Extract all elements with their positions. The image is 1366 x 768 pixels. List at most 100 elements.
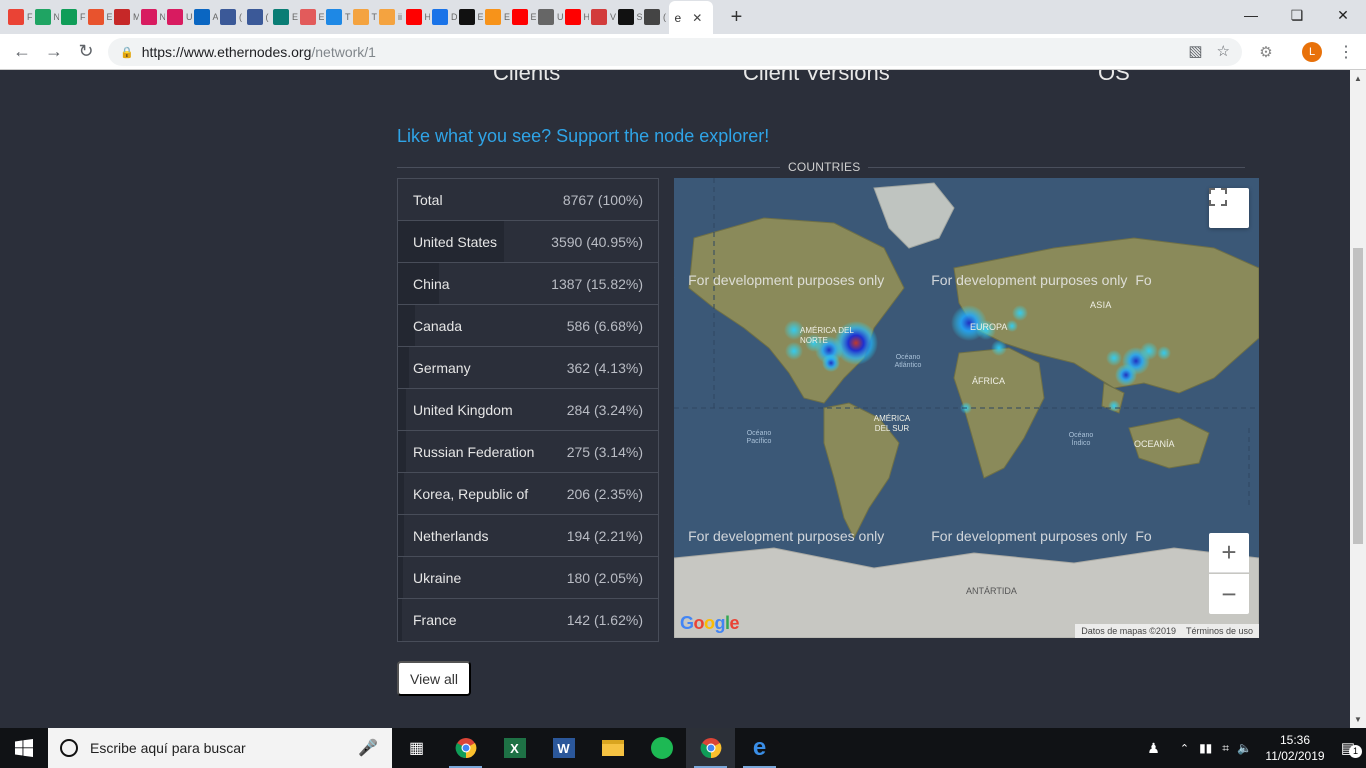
word-taskbar-icon[interactable]: W <box>539 728 588 768</box>
country-row[interactable]: Total 8767 (100%) <box>398 179 658 221</box>
browser-tab[interactable]: ( <box>218 0 245 34</box>
label-oceania: OCEANÍA <box>1134 439 1175 449</box>
browser-tab[interactable]: E <box>510 0 536 34</box>
bookmark-star-icon[interactable]: ☆ <box>1217 42 1230 60</box>
zoom-out-button[interactable]: − <box>1209 574 1249 614</box>
volume-icon[interactable]: 🔈 <box>1237 741 1252 755</box>
minimize-button[interactable]: — <box>1228 0 1274 30</box>
chrome-taskbar-icon[interactable] <box>441 728 490 768</box>
browser-tab[interactable]: ( <box>245 0 272 34</box>
browser-tab[interactable]: S <box>616 0 642 34</box>
extension-icon[interactable]: ⚙ <box>1254 40 1278 64</box>
microphone-icon[interactable]: 🎤 <box>358 738 378 758</box>
world-map[interactable]: lyFor development purposes onlyFor devel… <box>674 178 1259 638</box>
country-row[interactable]: United States 3590 (40.95%) <box>398 221 658 263</box>
view-all-button[interactable]: View all <box>397 661 471 696</box>
chevron-up-icon[interactable]: ⌃ <box>1180 742 1189 755</box>
forward-icon[interactable]: → <box>38 36 70 68</box>
menu-icon[interactable]: ⋮ <box>1334 40 1358 64</box>
country-name: Ukraine <box>413 569 462 586</box>
spotify-taskbar-icon[interactable] <box>637 728 686 768</box>
country-row[interactable]: Canada 586 (6.68%) <box>398 305 658 347</box>
scroll-up-icon[interactable]: ▲ <box>1354 74 1362 83</box>
page-scrollbar[interactable]: ▲ ▼ <box>1350 70 1366 728</box>
browser-tab[interactable]: E <box>86 0 112 34</box>
close-tab-icon[interactable]: ✕ <box>692 11 702 25</box>
browser-tab[interactable]: H <box>563 0 589 34</box>
browser-tab[interactable]: H <box>404 0 430 34</box>
audio-icon <box>538 9 554 25</box>
maximize-button[interactable]: ❏ <box>1274 0 1320 30</box>
browser-tab[interactable]: E <box>298 0 324 34</box>
explorer-taskbar-icon[interactable] <box>588 728 637 768</box>
country-count: 194 (2.21%) <box>566 527 643 544</box>
country-row[interactable]: Netherlands 194 (2.21%) <box>398 515 658 557</box>
reload-icon[interactable]: ↻ <box>70 36 102 68</box>
browser-tab[interactable]: E <box>271 0 298 34</box>
back-icon[interactable]: ← <box>6 36 38 68</box>
download-icon <box>432 9 448 25</box>
browser-tab[interactable]: A <box>192 0 218 34</box>
country-name: France <box>413 612 457 628</box>
browser-tab[interactable]: N <box>33 0 59 34</box>
task-view-icon[interactable]: ▦ <box>392 728 441 768</box>
browser-tab[interactable]: V <box>589 0 616 34</box>
country-row[interactable]: United Kingdom 284 (3.24%) <box>398 389 658 431</box>
word-icon: W <box>552 738 575 758</box>
country-row[interactable]: China 1387 (15.82%) <box>398 263 658 305</box>
grid-icon <box>379 9 395 25</box>
fullscreen-button[interactable] <box>1209 188 1249 228</box>
countries-table: Total 8767 (100%) United States 3590 (40.95… <box>397 178 659 642</box>
country-row[interactable]: France 142 (1.62%) <box>398 599 658 641</box>
wifi-icon[interactable]: ⌗ <box>1222 741 1229 756</box>
support-link[interactable]: Like what you see? Support the node expl… <box>397 126 769 147</box>
people-icon[interactable]: ♟ <box>1147 740 1160 757</box>
clock[interactable]: 15:36 11/02/2019 <box>1260 732 1330 764</box>
bank-icon <box>617 9 634 25</box>
country-row[interactable]: Germany 362 (4.13%) <box>398 347 658 389</box>
country-row[interactable]: Korea, Republic of 206 (2.35%) <box>398 473 658 515</box>
close-window-button[interactable]: ✕ <box>1320 0 1366 30</box>
scrollbar-thumb[interactable] <box>1353 248 1363 544</box>
browser-tab[interactable]: U <box>165 0 192 34</box>
translate-icon[interactable]: ▧ <box>1188 42 1202 60</box>
browser-tab[interactable]: F <box>6 0 33 34</box>
windows-icon <box>15 739 33 757</box>
browser-tab[interactable]: T <box>351 0 377 34</box>
label-atlantic: Océano Atlántico <box>894 354 922 369</box>
chrome-active-taskbar-icon[interactable] <box>686 728 735 768</box>
browser-tab[interactable]: N <box>139 0 165 34</box>
battery-icon[interactable]: ▮▮ <box>1199 741 1212 755</box>
country-row[interactable]: Ukraine 180 (2.05%) <box>398 557 658 599</box>
youtube-icon <box>564 9 581 25</box>
browser-tab[interactable]: U <box>536 0 563 34</box>
browser-tab[interactable]: E <box>457 0 483 34</box>
country-row[interactable]: Russian Federation 275 (3.14%) <box>398 431 658 473</box>
browser-tab[interactable]: F <box>59 0 86 34</box>
start-button[interactable] <box>0 728 48 768</box>
browser-tab[interactable]: E <box>483 0 510 34</box>
country-count: 284 (3.24%) <box>566 401 643 418</box>
edge-taskbar-icon[interactable]: e <box>735 728 784 768</box>
browser-tab-active[interactable]: e ✕ <box>668 1 713 35</box>
browser-tab[interactable]: T <box>324 0 351 34</box>
address-bar[interactable]: 🔒 https://www.ethernodes.org/network/1 ▧… <box>108 38 1242 66</box>
browser-toolbar: ← → ↻ 🔒 https://www.ethernodes.org/netwo… <box>0 34 1366 70</box>
profile-avatar[interactable]: L <box>1300 40 1324 64</box>
new-tab-button[interactable]: + <box>723 3 751 31</box>
notifications-button[interactable]: ▤ 1 <box>1330 739 1366 758</box>
zoom-in-button[interactable]: + <box>1209 533 1249 573</box>
watermark-bottom-row: lyFor development purposes onlyFor devel… <box>674 528 1152 544</box>
scroll-down-icon[interactable]: ▼ <box>1354 715 1362 724</box>
taskbar-search[interactable]: Escribe aquí para buscar 🎤 <box>48 728 392 768</box>
browser-tab[interactable]: ( <box>642 0 669 34</box>
sheets-icon <box>61 9 77 25</box>
excel-taskbar-icon[interactable]: X <box>490 728 539 768</box>
browser-tab[interactable]: M <box>112 0 139 34</box>
browser-tab[interactable]: D <box>430 0 457 34</box>
lock-icon: 🔒 <box>120 46 134 59</box>
system-tray: ♟ ⌃ ▮▮ ⌗ 🔈 15:36 11/02/2019 ▤ 1 <box>1147 728 1366 768</box>
terms-link[interactable]: Términos de uso <box>1186 626 1253 636</box>
google-logo[interactable]: Google <box>680 613 740 634</box>
browser-tab[interactable]: ii <box>377 0 404 34</box>
